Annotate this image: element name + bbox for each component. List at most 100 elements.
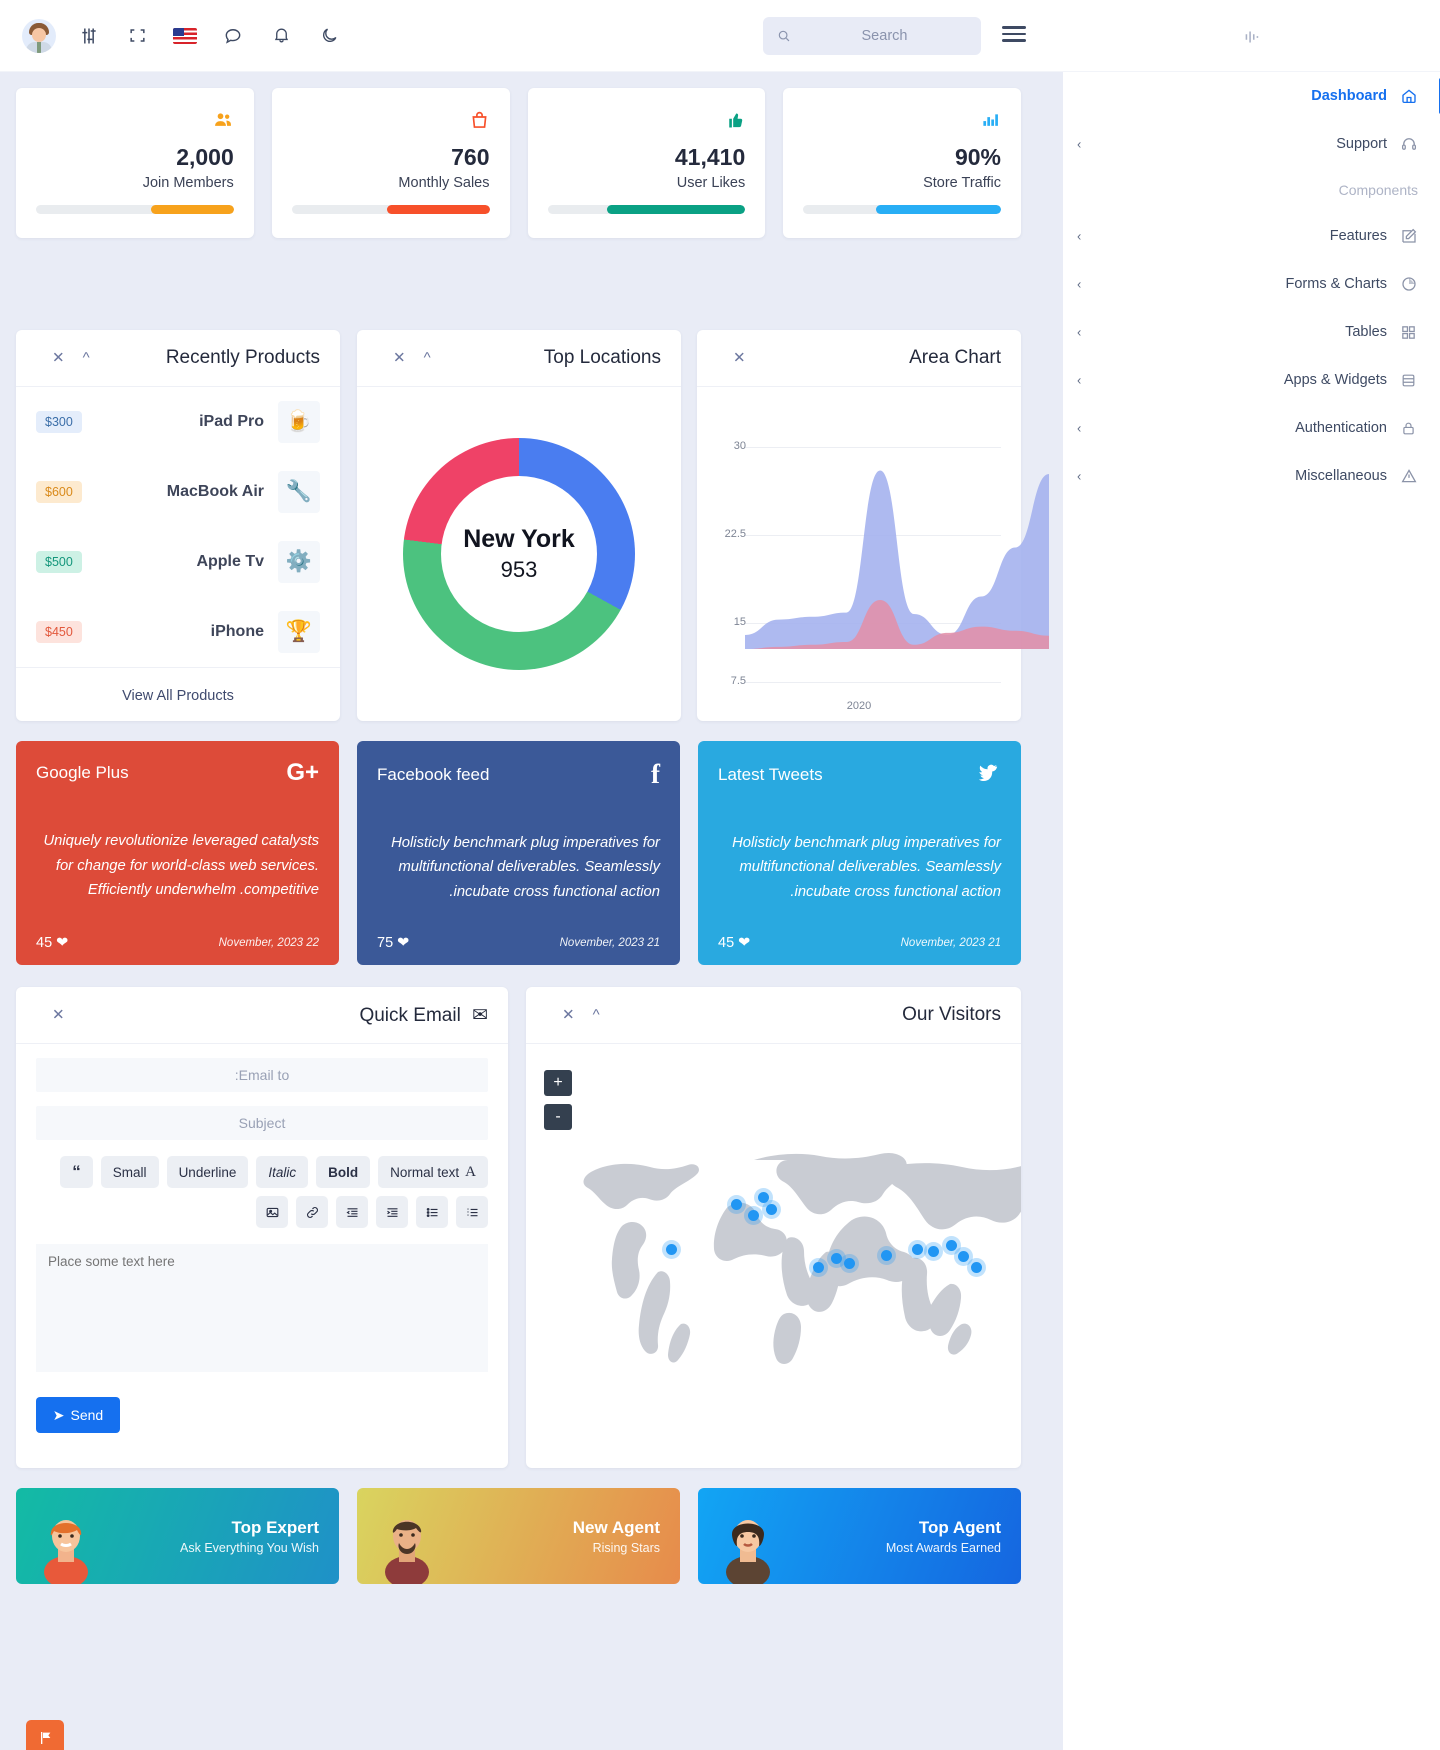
search-box[interactable] (763, 17, 1004, 55)
product-name: iPad Pro (199, 413, 264, 430)
card-title: Quick Email (359, 1004, 461, 1026)
subject-input[interactable] (36, 1106, 488, 1140)
outdent-icon[interactable] (336, 1196, 368, 1228)
google-plus-icon: G+ (286, 759, 319, 786)
sidebar-item-features[interactable]: ‹ Features (1063, 212, 1440, 260)
sidebar-item-label: Apps & Widgets (1283, 372, 1387, 388)
social-card-google-plus: Google Plus G+ Uniquely revolutionize le… (16, 741, 339, 965)
chat-icon[interactable] (218, 21, 248, 51)
stat-label: User Likes (676, 175, 746, 191)
agent-card-top-expert[interactable]: Top Expert Ask Everything You Wish (16, 1488, 339, 1584)
sliders-icon[interactable] (74, 21, 104, 51)
chevron-left-icon: ‹ (1077, 420, 1082, 436)
chevron-left-icon: ‹ (1077, 468, 1082, 484)
close-icon[interactable]: ✕ (393, 351, 406, 366)
post-date: November, 2023 21 (900, 937, 1001, 949)
bell-icon[interactable] (266, 21, 296, 51)
agent-card-top-agent[interactable]: Top Agent Most Awards Earned (698, 1488, 1021, 1584)
quote-button[interactable]: “ (60, 1156, 93, 1188)
headset-icon (1399, 135, 1418, 154)
sidebar-item-authentication[interactable]: ‹ Authentication (1063, 404, 1440, 452)
progress-bar (291, 205, 490, 214)
indent-icon[interactable] (376, 1196, 408, 1228)
wrench-gear-icon: 🔧 (278, 471, 320, 513)
flag-icon[interactable] (26, 1720, 64, 1750)
list-item[interactable]: $300 iPad Pro 🍺 (16, 387, 340, 457)
chevron-up-icon[interactable]: ^ (424, 351, 431, 366)
map-pin (766, 1204, 777, 1215)
email-to-input[interactable] (36, 1058, 488, 1092)
x-tick-label: 2020 (846, 700, 872, 712)
stat-value: 90% (954, 144, 1001, 170)
agent-title: Top Expert (231, 1517, 319, 1537)
post-date: November, 2023 21 (559, 937, 660, 949)
search-input[interactable] (791, 28, 1004, 44)
avatar[interactable] (22, 18, 56, 53)
progress-bar (547, 205, 746, 214)
italic-button[interactable]: Italic (256, 1156, 309, 1188)
chevron-left-icon: ‹ (1077, 228, 1082, 244)
heart-icon: ❤ (56, 935, 69, 951)
sidebar-item-support[interactable]: ‹ Support (1063, 120, 1440, 168)
sidebar-item-label: Miscellaneous (1295, 468, 1387, 484)
agent-card-new-agent[interactable]: New Agent Rising Stars (357, 1488, 680, 1584)
chevron-up-icon[interactable]: ^ (593, 1008, 600, 1023)
world-map[interactable]: + - (526, 1044, 1021, 1468)
view-all-products-link[interactable]: View All Products (16, 667, 340, 724)
moon-icon[interactable] (314, 21, 344, 51)
area-chart-plot: 30 22.5 15 7.5 0 2020 (697, 387, 1049, 754)
flag-us-icon[interactable] (170, 21, 200, 51)
card-title: Top Locations (543, 347, 661, 368)
zoom-in-button[interactable]: + (544, 1070, 572, 1096)
donut-chart: New York 953 (357, 387, 681, 720)
chevron-left-icon: ‹ (1077, 324, 1082, 340)
card-title: Facebook feed (377, 764, 490, 784)
agent-title: New Agent (572, 1517, 660, 1537)
list-item[interactable]: $450 iPhone 🏆 (16, 597, 340, 667)
social-card-facebook: Facebook feed f Holisticly benchmark plu… (357, 741, 680, 965)
quick-email-card: ✕ Quick Email ✉ “ Small Underline Italic… (16, 987, 508, 1468)
normal-text-button[interactable]: Normal text A (378, 1156, 488, 1188)
progress-bar (36, 205, 234, 214)
close-icon[interactable]: ✕ (52, 1008, 65, 1023)
stat-card-join-members: 2,000 Join Members (16, 88, 254, 238)
card-header: ✕ ^ Recently Products (16, 330, 340, 387)
chevron-up-icon[interactable]: ^ (83, 351, 90, 366)
bold-button[interactable]: Bold (316, 1156, 371, 1188)
email-body-textarea[interactable] (36, 1244, 488, 1372)
zoom-out-button[interactable]: - (544, 1104, 572, 1130)
social-card-text: Holisticly benchmark plug imperatives fo… (732, 834, 1001, 900)
list-item[interactable]: $600 MacBook Air 🔧 (16, 457, 340, 527)
small-text-button[interactable]: Small (100, 1156, 159, 1188)
font-size-icon: A (465, 1163, 476, 1180)
list-ul-icon[interactable] (416, 1196, 448, 1228)
fullscreen-icon[interactable] (122, 21, 152, 51)
sidebar-item-label: Tables (1345, 324, 1387, 340)
database-icon (1399, 371, 1418, 390)
close-icon[interactable]: ✕ (52, 351, 65, 366)
underline-button[interactable]: Underline (166, 1156, 249, 1188)
hamburger-icon[interactable] (1002, 26, 1026, 42)
link-icon[interactable] (296, 1196, 328, 1228)
sidebar-item-tables[interactable]: ‹ Tables (1063, 308, 1440, 356)
price-badge: $450 (36, 621, 82, 643)
close-icon[interactable]: ✕ (733, 351, 746, 366)
send-button[interactable]: ➤ Send (36, 1397, 120, 1433)
sidebar-item-dashboard[interactable]: Dashboard (1063, 72, 1440, 120)
stat-label: Monthly Sales (398, 175, 490, 191)
list-ol-icon[interactable] (456, 1196, 488, 1228)
card-title: Recently Products (165, 347, 320, 368)
sidebar-section-components: Components (1338, 182, 1418, 198)
sidebar-item-miscellaneous[interactable]: ‹ Miscellaneous (1063, 452, 1440, 500)
map-pin (831, 1253, 842, 1264)
image-icon[interactable] (256, 1196, 288, 1228)
close-icon[interactable]: ✕ (562, 1008, 575, 1023)
editor-toolbar-row-1: “ Small Underline Italic Bold Normal tex… (16, 1156, 508, 1188)
social-card-text: Holisticly benchmark plug imperatives fo… (391, 834, 660, 900)
sound-wave-icon[interactable] (1240, 26, 1262, 53)
like-count: 45 ❤ (36, 935, 69, 951)
list-item[interactable]: $500 Apple Tv ⚙️ (16, 527, 340, 597)
card-header: ✕ ^ Our Visitors (526, 987, 1021, 1044)
sidebar-item-forms-charts[interactable]: ‹ Forms & Charts (1063, 260, 1440, 308)
sidebar-item-apps-widgets[interactable]: ‹ Apps & Widgets (1063, 356, 1440, 404)
